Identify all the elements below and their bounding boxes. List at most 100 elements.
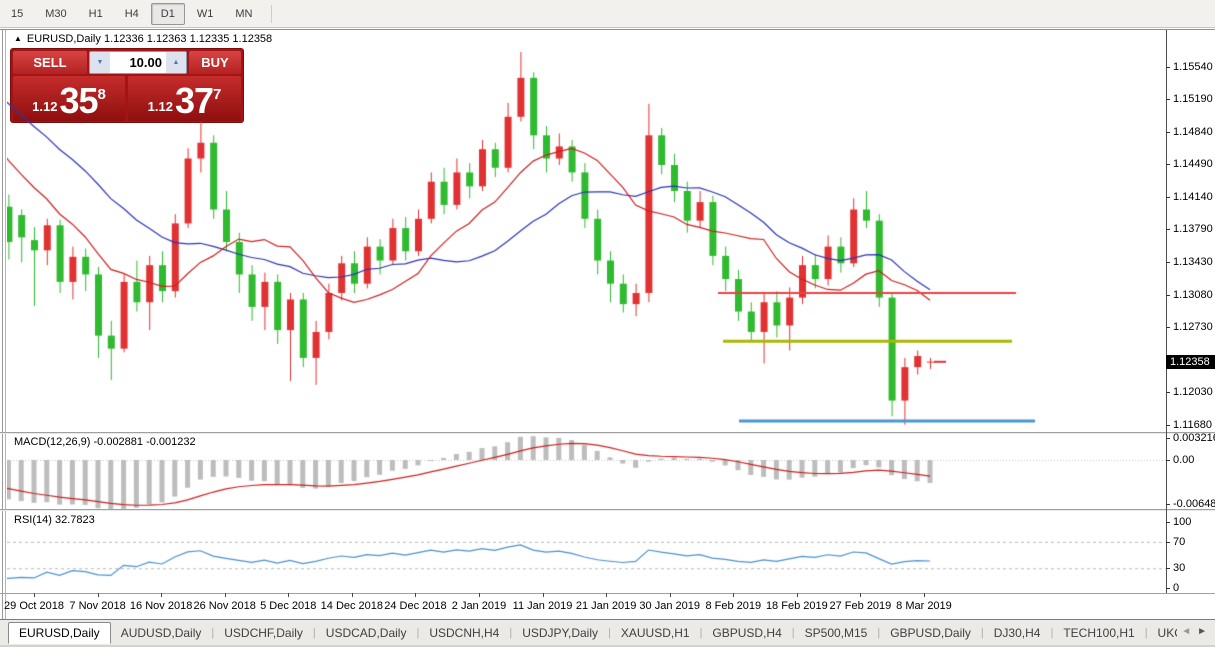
price-tick-label: 1.15540	[1173, 61, 1213, 73]
date-tick-mark	[670, 593, 671, 597]
timeframe-toolbar[interactable]: 15M30H1H4D1W1MN	[0, 0, 1215, 28]
date-axis[interactable]: 29 Oct 2018 7 Nov 2018 16 Nov 201826 Nov 2…	[0, 594, 1166, 619]
chart-tab-tech100-h1[interactable]: TECH100,H1	[1053, 623, 1144, 643]
date-label: 18 Feb 2019	[766, 600, 828, 612]
date-label: 16 Nov 2018	[130, 600, 192, 612]
timeframe-button-m30[interactable]: M30	[35, 3, 76, 25]
price-tick-mark	[1166, 132, 1170, 133]
date-tick-mark	[34, 593, 35, 597]
window-left-border	[2, 30, 3, 619]
date-label: 8 Feb 2019	[705, 600, 761, 612]
date-tick-mark	[415, 593, 416, 597]
price-tick-label: 1.12030	[1173, 386, 1213, 398]
price-tick-mark	[1166, 295, 1170, 296]
timeframe-button-h1[interactable]: H1	[79, 3, 113, 25]
date-tick-mark	[924, 593, 925, 597]
timeframe-button-w1[interactable]: W1	[187, 3, 224, 25]
tab-scroll-buttons: ◄ ►	[1177, 624, 1211, 639]
indicator-tick-mark	[1166, 460, 1170, 461]
date-tick-mark	[479, 593, 480, 597]
indicator-tick-mark	[1166, 504, 1170, 505]
chart-tab-usdcnh-h4[interactable]: USDCNH,H4	[419, 623, 509, 643]
price-axis[interactable]: 1.15540 1.15190 1.14840 1.14490 1.14140 1.137…	[1167, 30, 1215, 593]
date-label: 5 Dec 2018	[260, 600, 316, 612]
price-tick-label: 1.13790	[1173, 223, 1213, 235]
date-label: 30 Jan 2019	[639, 600, 700, 612]
date-label: 27 Feb 2019	[830, 600, 892, 612]
rsi-title: RSI(14)	[14, 514, 52, 526]
date-label: 21 Jan 2019	[576, 600, 637, 612]
date-label: 11 Jan 2019	[513, 600, 573, 612]
date-label: 8 Mar 2019	[896, 600, 952, 612]
date-label: 24 Dec 2018	[384, 600, 446, 612]
chart-tab-usdjpy-daily[interactable]: USDJPY,Daily	[512, 623, 608, 643]
indicator-tick-mark	[1166, 522, 1170, 523]
chart-tab-sp500-m15[interactable]: SP500,M15	[795, 623, 878, 643]
date-tick-mark	[352, 593, 353, 597]
price-tick-label: 1.13080	[1173, 289, 1213, 301]
chart-tab-eurusd-daily[interactable]: EURUSD,Daily	[8, 622, 111, 644]
date-tick-mark	[797, 593, 798, 597]
price-tick-mark	[1166, 425, 1170, 426]
date-label: 2 Jan 2019	[452, 600, 506, 612]
date-tick-mark	[860, 593, 861, 597]
macd-values: -0.002881 -0.001232	[93, 436, 195, 448]
price-tick-mark	[1166, 99, 1170, 100]
chart-tab-dj30-h4[interactable]: DJ30,H4	[984, 623, 1051, 643]
date-label: 29 Oct 2018	[4, 600, 64, 612]
date-label: 7 Nov 2018	[69, 600, 125, 612]
indicator-tick-mark	[1166, 588, 1170, 589]
timeframe-button-h4[interactable]: H4	[115, 3, 149, 25]
date-tick-mark	[543, 593, 544, 597]
chart-tab-xauusd-h1[interactable]: XAUUSD,H1	[611, 623, 700, 643]
rsi-indicator-canvas[interactable]	[7, 511, 1166, 593]
indicator-tick-label: 0.00	[1173, 454, 1194, 466]
chart-tab-usdcad-daily[interactable]: USDCAD,Daily	[316, 623, 417, 643]
chart-tab-audusd-daily[interactable]: AUDUSD,Daily	[111, 623, 212, 643]
timeframe-button-15[interactable]: 15	[1, 3, 33, 25]
date-label: 26 Nov 2018	[194, 600, 256, 612]
price-tick-mark	[1166, 262, 1170, 263]
timeframe-button-d1[interactable]: D1	[151, 3, 185, 25]
trading-platform-window: 15M30H1H4D1W1MN ▲EURUSD,Daily 1.12336 1.…	[0, 0, 1215, 647]
price-tick-mark	[1166, 197, 1170, 198]
price-tick-label: 1.14140	[1173, 191, 1213, 203]
date-tick-mark	[606, 593, 607, 597]
indicator-tick-label: 0	[1173, 582, 1179, 594]
date-tick-mark	[161, 593, 162, 597]
price-tick-label: 1.13430	[1173, 256, 1213, 268]
chart-tab-gbpusd-h4[interactable]: GBPUSD,H4	[702, 623, 791, 643]
indicator-tick-label: 30	[1173, 562, 1185, 574]
indicator-tick-mark	[1166, 542, 1170, 543]
price-tick-label: 1.15190	[1173, 93, 1213, 105]
tab-scroll-right-icon[interactable]: ►	[1197, 626, 1207, 637]
main-chart-canvas[interactable]	[7, 30, 1166, 432]
chart-tab-bar: EURUSD,DailyAUDUSD,Daily|USDCHF,Daily|US…	[0, 620, 1215, 645]
indicator-tick-label: 100	[1173, 516, 1191, 528]
indicator-tick-label: 0.003216	[1173, 432, 1215, 444]
toolbar-separator	[271, 5, 272, 23]
indicator-tick-mark	[1166, 438, 1170, 439]
price-tick-mark	[1166, 164, 1170, 165]
date-label: 14 Dec 2018	[321, 600, 383, 612]
timeframe-button-mn[interactable]: MN	[225, 3, 262, 25]
macd-label-row: MACD(12,26,9) -0.002881 -0.001232	[14, 436, 196, 448]
window-left-border-inner	[5, 30, 6, 619]
price-tick-mark	[1166, 327, 1170, 328]
macd-title: MACD(12,26,9)	[14, 436, 90, 448]
chart-tab-usdchf-daily[interactable]: USDCHF,Daily	[214, 623, 313, 643]
chart-tab-gbpusd-daily[interactable]: GBPUSD,Daily	[880, 623, 981, 643]
price-tick-label: 1.14490	[1173, 158, 1213, 170]
price-tick-label: 1.14840	[1173, 126, 1213, 138]
indicator-tick-mark	[1166, 568, 1170, 569]
price-tick-mark	[1166, 392, 1170, 393]
current-price-badge: 1.12358	[1166, 355, 1215, 369]
rsi-label-row: RSI(14) 32.7823	[14, 514, 95, 526]
price-tick-mark	[1166, 229, 1170, 230]
indicator-tick-label: 70	[1173, 536, 1185, 548]
price-tick-label: 1.12730	[1173, 321, 1213, 333]
date-tick-mark	[225, 593, 226, 597]
tab-scroll-left-icon[interactable]: ◄	[1181, 626, 1191, 637]
date-tick-mark	[288, 593, 289, 597]
price-tick-label: 1.11680	[1173, 419, 1212, 431]
